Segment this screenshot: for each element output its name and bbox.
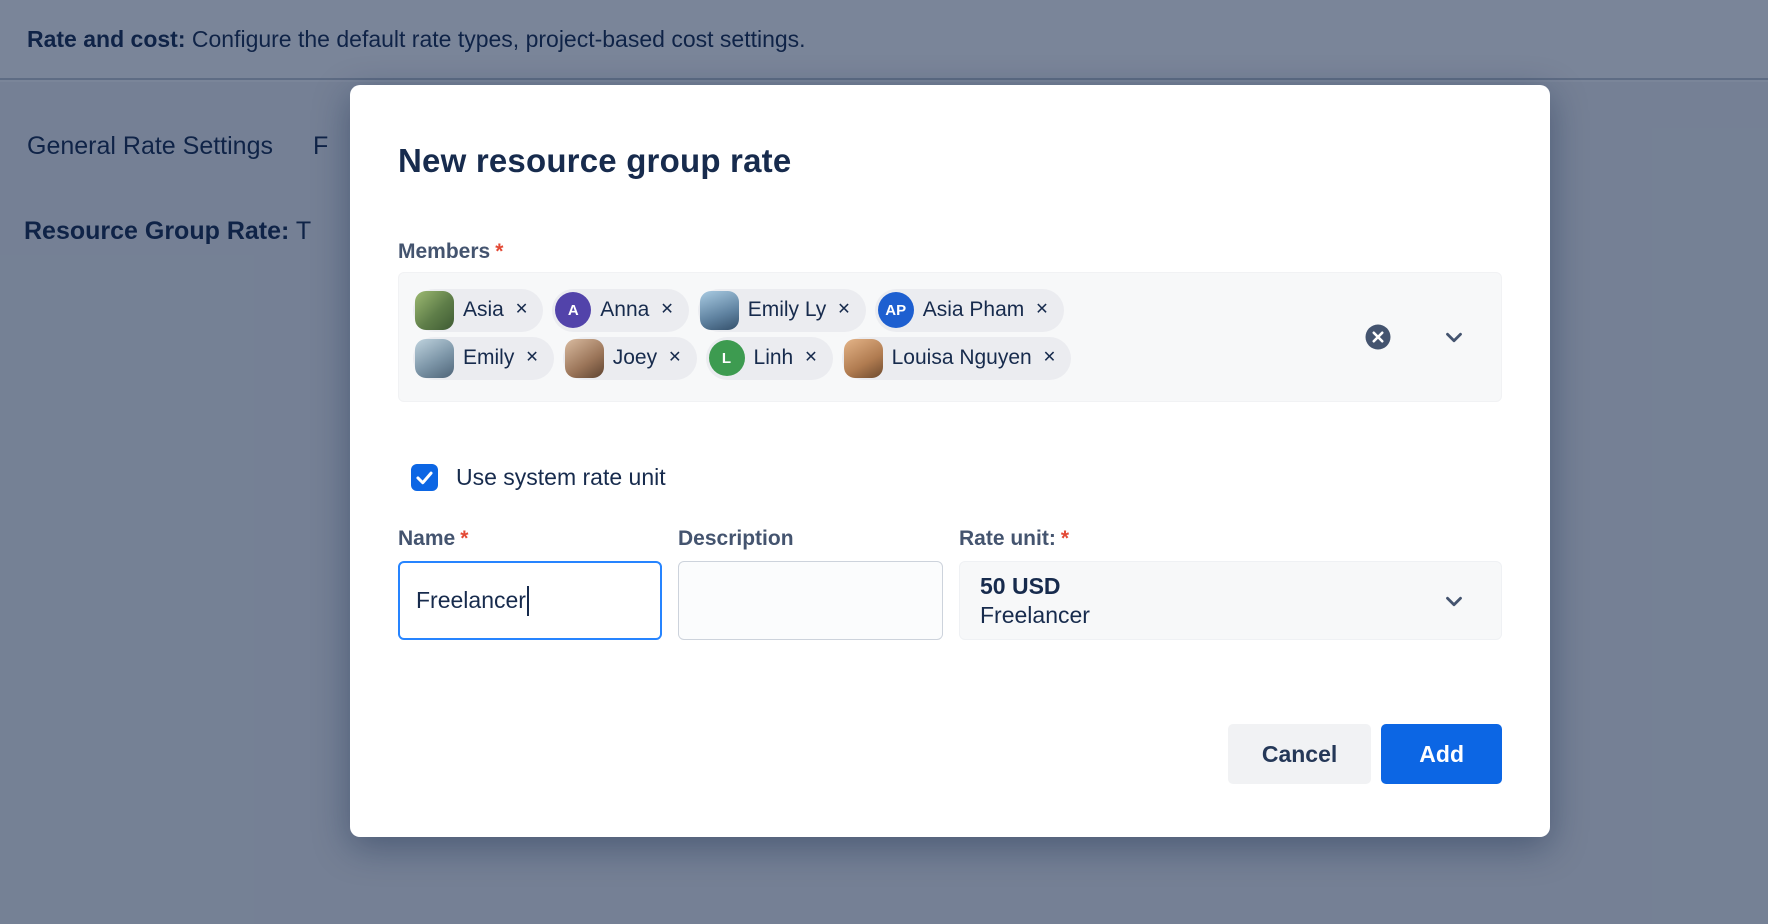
rate-unit-value: 50 USD — [980, 572, 1441, 601]
field-labels-row: Name* Description Rate unit:* — [398, 527, 1502, 551]
member-chip: Emily Ly ✕ — [698, 289, 866, 332]
member-chip: Joey ✕ — [563, 337, 697, 380]
remove-member-icon[interactable]: ✕ — [523, 348, 540, 368]
name-label: Name* — [398, 527, 662, 551]
rate-unit-label: Rate unit:* — [959, 527, 1502, 551]
remove-member-icon[interactable]: ✕ — [1041, 348, 1058, 368]
member-name: Anna — [600, 298, 649, 322]
member-name: Louisa Nguyen — [892, 346, 1032, 370]
text-cursor — [527, 586, 529, 616]
members-chevron-down-icon[interactable] — [1441, 324, 1467, 350]
name-label-text: Name — [398, 527, 455, 550]
dialog-title: New resource group rate — [398, 142, 1502, 180]
remove-member-icon[interactable]: ✕ — [513, 300, 530, 320]
use-system-rate-unit-label: Use system rate unit — [456, 464, 666, 491]
member-avatar-initials: A — [555, 292, 591, 328]
member-name: Emily Ly — [748, 298, 827, 322]
member-name: Joey — [613, 346, 657, 370]
remove-member-icon[interactable]: ✕ — [802, 348, 819, 368]
rate-unit-label-text: Rate unit: — [959, 527, 1056, 550]
member-avatar-photo — [700, 291, 739, 330]
member-avatar-initials: L — [709, 340, 745, 376]
name-required-mark: * — [460, 527, 468, 550]
member-name: Asia — [463, 298, 504, 322]
member-chip-row: Asia ✕ A Anna ✕ Emily Ly ✕ AP Asia Pham … — [413, 286, 1351, 334]
member-name: Emily — [463, 346, 514, 370]
name-input[interactable]: Freelancer — [398, 561, 662, 640]
rate-unit-chevron-down-icon — [1441, 588, 1467, 614]
member-chip-row: Emily ✕ Joey ✕ L Linh ✕ Louisa Nguyen ✕ — [413, 334, 1351, 382]
remove-member-icon[interactable]: ✕ — [1033, 300, 1050, 320]
members-multiselect[interactable]: Asia ✕ A Anna ✕ Emily Ly ✕ AP Asia Pham … — [398, 272, 1502, 402]
members-required-mark: * — [495, 240, 503, 263]
dialog-actions: Cancel Add — [398, 724, 1502, 784]
member-avatar-photo — [844, 339, 883, 378]
member-avatar-photo — [415, 291, 454, 330]
member-chip: Emily ✕ — [413, 337, 554, 380]
member-chip: Asia ✕ — [413, 289, 543, 332]
new-resource-group-rate-dialog: New resource group rate Members* Asia ✕ … — [350, 85, 1550, 837]
member-name: Asia Pham — [923, 298, 1025, 322]
member-avatar-initials: AP — [878, 292, 914, 328]
system-rate-unit-row: Use system rate unit — [411, 464, 1502, 491]
member-chip: A Anna ✕ — [552, 289, 688, 332]
description-input[interactable] — [678, 561, 943, 640]
cancel-button[interactable]: Cancel — [1228, 724, 1371, 784]
remove-member-icon[interactable]: ✕ — [835, 300, 852, 320]
member-chip: AP Asia Pham ✕ — [875, 289, 1064, 332]
members-label-text: Members — [398, 240, 490, 263]
member-chip: Louisa Nguyen ✕ — [842, 337, 1072, 380]
field-inputs-row: Freelancer 50 USD Freelancer — [398, 561, 1502, 640]
rate-unit-name: Freelancer — [980, 601, 1441, 630]
member-avatar-photo — [415, 339, 454, 378]
clear-all-members-icon[interactable] — [1363, 322, 1393, 352]
remove-member-icon[interactable]: ✕ — [666, 348, 683, 368]
remove-member-icon[interactable]: ✕ — [658, 300, 675, 320]
member-chip: L Linh ✕ — [706, 337, 833, 380]
use-system-rate-unit-checkbox[interactable] — [411, 464, 438, 491]
members-label: Members* — [398, 240, 1502, 264]
description-label: Description — [678, 527, 943, 551]
rate-unit-select[interactable]: 50 USD Freelancer — [959, 561, 1502, 640]
name-input-value: Freelancer — [416, 587, 526, 614]
member-avatar-photo — [565, 339, 604, 378]
rate-unit-required-mark: * — [1061, 527, 1069, 550]
member-chips: Asia ✕ A Anna ✕ Emily Ly ✕ AP Asia Pham … — [413, 286, 1351, 382]
add-button[interactable]: Add — [1381, 724, 1502, 784]
member-name: Linh — [754, 346, 794, 370]
